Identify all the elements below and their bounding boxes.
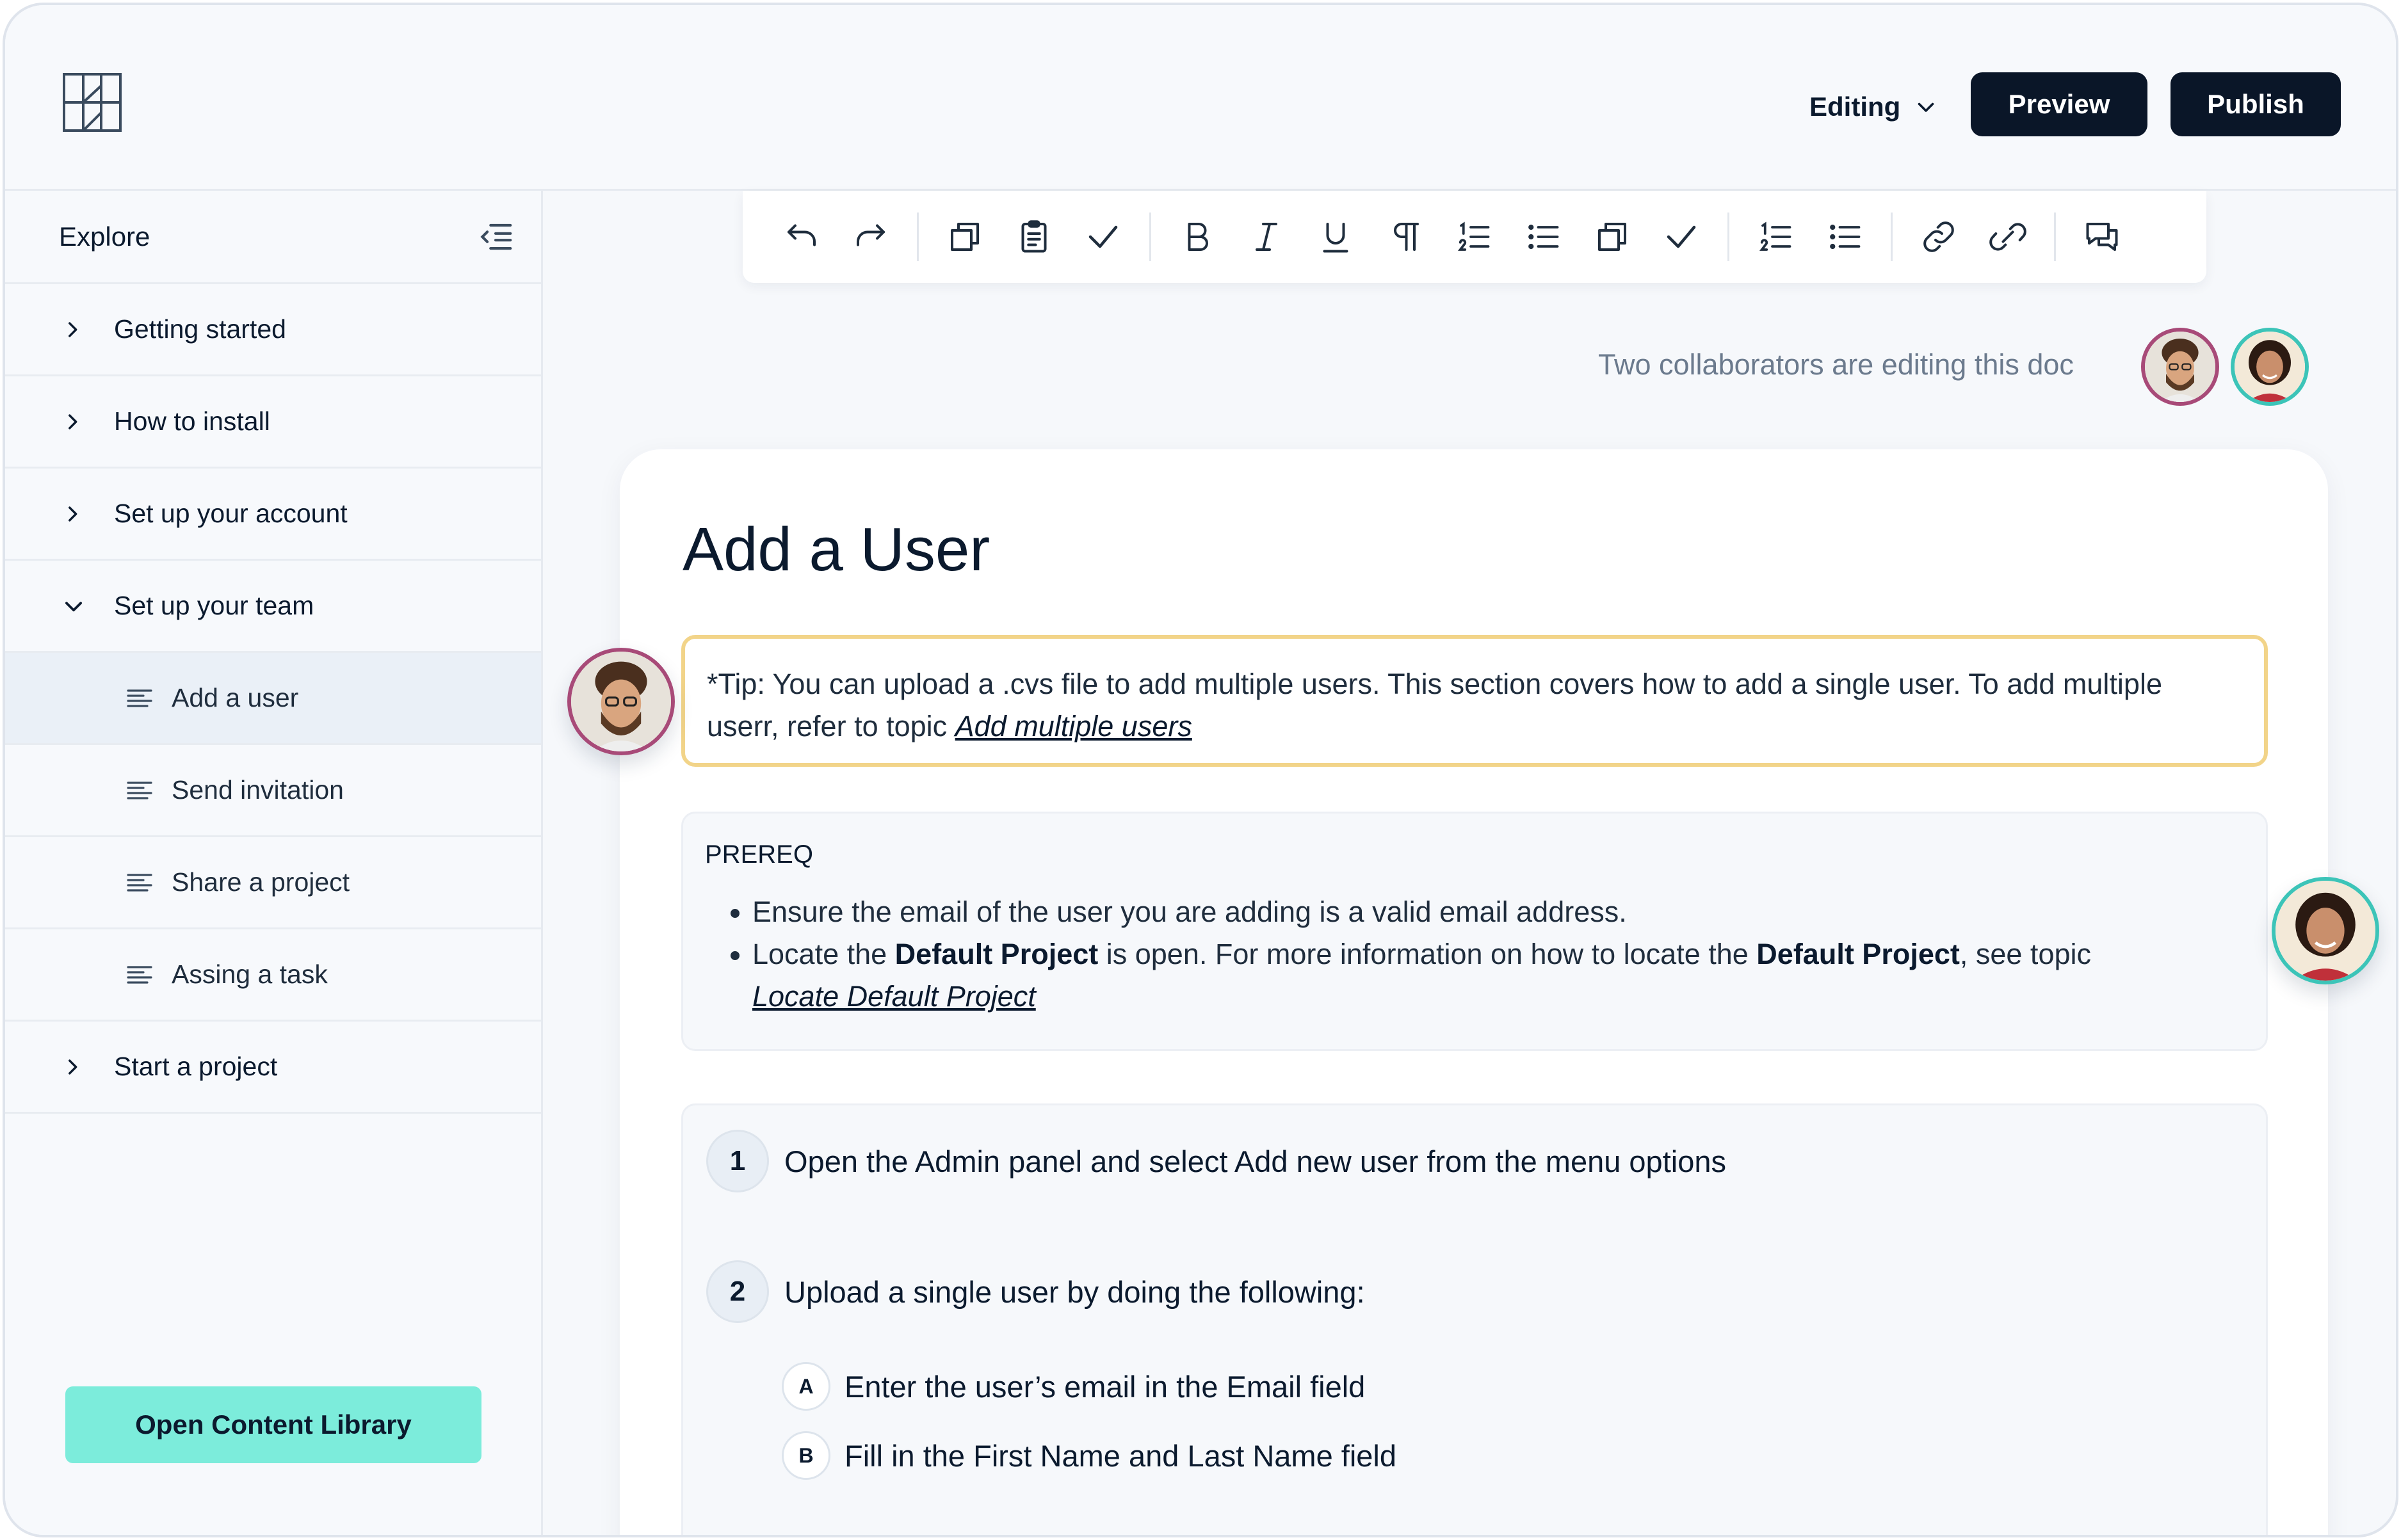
sidebar-item-label: Assing a task bbox=[172, 959, 328, 989]
bullet-list-icon[interactable] bbox=[1810, 202, 1879, 271]
italic-icon[interactable] bbox=[1232, 202, 1301, 271]
substep-a: A Enter the user’s email in the Email fi… bbox=[782, 1362, 1365, 1411]
sidebar-item-label: Add a user bbox=[172, 683, 299, 712]
prereq-list: Ensure the email of the user you are add… bbox=[705, 891, 2244, 1018]
bullet-list-icon[interactable] bbox=[1508, 202, 1578, 271]
avatar[interactable] bbox=[2231, 328, 2309, 406]
chevron-down-icon bbox=[1918, 102, 1934, 112]
document-lines-icon bbox=[127, 781, 152, 799]
logo-icon bbox=[63, 73, 122, 132]
open-content-library-button[interactable]: Open Content Library bbox=[65, 1386, 481, 1463]
sidebar-item-label: How to install bbox=[114, 406, 270, 436]
prereq-heading: PREREQ bbox=[705, 840, 813, 869]
avatar[interactable] bbox=[2141, 328, 2219, 406]
sidebar-item-start-project[interactable]: Start a project bbox=[5, 1022, 541, 1114]
app-window: Editing Preview Publish Explore Getting … bbox=[3, 3, 2398, 1537]
substep-letter: B bbox=[782, 1431, 830, 1480]
publish-button[interactable]: Publish bbox=[2171, 72, 2341, 136]
document-lines-icon bbox=[127, 965, 152, 984]
numbered-list-icon[interactable] bbox=[1741, 202, 1810, 271]
mode-label: Editing bbox=[1809, 92, 1901, 122]
add-multiple-users-link[interactable]: Add multiple users bbox=[955, 710, 1192, 742]
sidebar-item-getting-started[interactable]: Getting started bbox=[5, 284, 541, 376]
underline-icon[interactable] bbox=[1301, 202, 1370, 271]
paragraph-icon[interactable] bbox=[1370, 202, 1439, 271]
mode-dropdown[interactable]: Editing bbox=[1809, 83, 1937, 131]
unlink-icon[interactable] bbox=[1973, 202, 2042, 271]
substep-text: Enter the user’s email in the Email fiel… bbox=[845, 1369, 1366, 1404]
clipboard-icon[interactable] bbox=[999, 202, 1069, 271]
list-item: Ensure the email of the user you are add… bbox=[752, 891, 2244, 933]
copy-icon[interactable] bbox=[930, 202, 999, 271]
toolbar-divider bbox=[1149, 213, 1151, 261]
toolbar-divider bbox=[1891, 213, 1893, 261]
sidebar-item-set-up-team[interactable]: Set up your team bbox=[5, 561, 541, 653]
sidebar-item-send-invitation[interactable]: Send invitation bbox=[5, 745, 541, 837]
chevron-down-icon bbox=[65, 601, 82, 611]
sidebar-item-share-project[interactable]: Share a project bbox=[5, 837, 541, 929]
step-2: 2 Upload a single user by doing the foll… bbox=[706, 1260, 1365, 1323]
chevron-right-icon bbox=[69, 413, 77, 429]
step-text: Upload a single user by doing the follow… bbox=[784, 1274, 1365, 1309]
sidebar-item-how-to-install[interactable]: How to install bbox=[5, 376, 541, 469]
sidebar-header: Explore bbox=[5, 191, 541, 284]
undo-icon[interactable] bbox=[767, 202, 836, 271]
redo-icon[interactable] bbox=[836, 202, 905, 271]
sidebar-item-add-user[interactable]: Add a user bbox=[5, 653, 541, 745]
sidebar-item-label: Set up your account bbox=[114, 499, 348, 528]
chevron-right-icon bbox=[69, 1059, 77, 1075]
header: Editing Preview Publish bbox=[5, 5, 2396, 191]
preview-button[interactable]: Preview bbox=[1971, 72, 2147, 136]
numbered-list-icon[interactable] bbox=[1439, 202, 1508, 271]
page-title[interactable]: Add a User bbox=[683, 515, 990, 585]
sidebar-item-label: Start a project bbox=[114, 1052, 278, 1081]
sidebar-title: Explore bbox=[59, 221, 150, 252]
check-icon[interactable] bbox=[1647, 202, 1716, 271]
substep-b: B Fill in the First Name and Last Name f… bbox=[782, 1431, 1396, 1480]
sidebar-item-assign-task[interactable]: Assing a task bbox=[5, 929, 541, 1022]
bold-icon[interactable] bbox=[1163, 202, 1232, 271]
avatar[interactable] bbox=[567, 648, 675, 755]
substep-text: Fill in the First Name and Last Name fie… bbox=[845, 1438, 1396, 1473]
collapse-sidebar-icon[interactable] bbox=[476, 217, 515, 257]
check-icon[interactable] bbox=[1069, 202, 1138, 271]
chevron-right-icon bbox=[69, 321, 77, 337]
prereq-box[interactable]: PREREQ Ensure the email of the user you … bbox=[681, 812, 2268, 1051]
editor-toolbar bbox=[743, 191, 2206, 283]
locate-default-project-link[interactable]: Locate Default Project bbox=[752, 980, 1036, 1013]
step-1: 1 Open the Admin panel and select Add ne… bbox=[706, 1130, 1726, 1192]
collaborators-status: Two collaborators are editing this doc bbox=[1598, 348, 2074, 381]
avatar[interactable] bbox=[2272, 877, 2379, 984]
step-number: 1 bbox=[706, 1130, 769, 1192]
tip-text: *Tip: You can upload a .cvs file to add … bbox=[707, 668, 2162, 742]
chevron-right-icon bbox=[69, 506, 77, 522]
substep-letter: A bbox=[782, 1362, 830, 1411]
step-text: Open the Admin panel and select Add new … bbox=[784, 1144, 1726, 1178]
sidebar-item-label: Set up your team bbox=[114, 591, 314, 620]
sidebar: Explore Getting started How to install S… bbox=[5, 191, 543, 1535]
sidebar-item-set-up-account[interactable]: Set up your account bbox=[5, 469, 541, 561]
steps-box[interactable]: 1 Open the Admin panel and select Add ne… bbox=[681, 1103, 2268, 1535]
toolbar-divider bbox=[1727, 213, 1729, 261]
sidebar-item-label: Share a project bbox=[172, 867, 350, 897]
sidebar-item-label: Getting started bbox=[114, 314, 286, 344]
document-lines-icon bbox=[127, 689, 152, 707]
toolbar-divider bbox=[2054, 213, 2056, 261]
document-lines-icon bbox=[127, 873, 152, 892]
comment-icon[interactable] bbox=[2067, 202, 2137, 271]
tip-callout[interactable]: *Tip: You can upload a .cvs file to add … bbox=[681, 635, 2268, 767]
step-number: 2 bbox=[706, 1260, 769, 1323]
link-icon[interactable] bbox=[1904, 202, 1973, 271]
toolbar-divider bbox=[917, 213, 919, 261]
document-card: Add a User *Tip: You can upload a .cvs f… bbox=[620, 449, 2328, 1535]
sidebar-item-label: Send invitation bbox=[172, 775, 344, 805]
copy-icon[interactable] bbox=[1578, 202, 1647, 271]
list-item: Locate the Default Project is open. For … bbox=[752, 933, 2244, 1018]
